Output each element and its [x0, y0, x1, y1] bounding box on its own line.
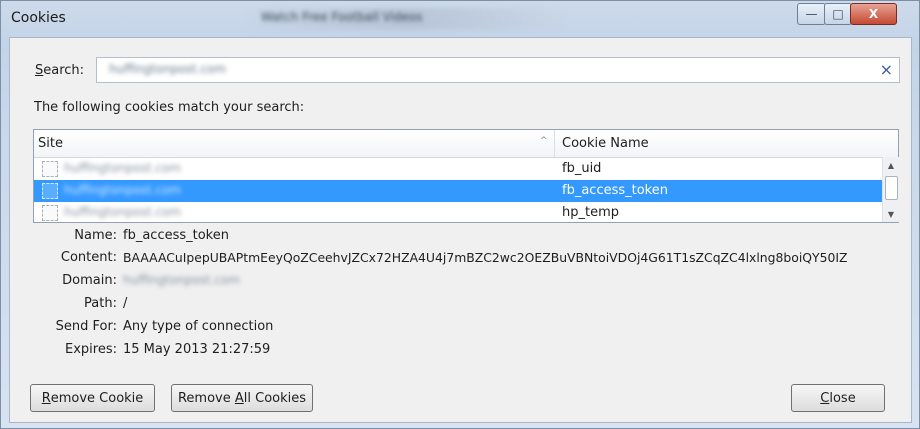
vertical-scrollbar[interactable]: ▲ ▼	[882, 157, 899, 222]
search-input[interactable]: huffingtonpost.com ×	[96, 57, 900, 83]
detail-value: Any type of connection	[123, 319, 274, 334]
cookies-panel: Search: huffingtonpost.com × The followi…	[9, 37, 912, 423]
detail-label: Name:	[74, 228, 117, 243]
column-header-cookie-name[interactable]: Cookie Name	[562, 136, 649, 151]
row-cookie-name: hp_temp	[562, 205, 620, 220]
background-window-title: Watch Free Football Videos	[261, 10, 423, 24]
detail-value: /	[123, 296, 128, 311]
cookies-table: Site ^ Cookie Name huffingtonpost.com fb…	[33, 129, 899, 223]
button-bar: Remove Cookie Remove All Cookies Close	[10, 378, 911, 418]
title-bar[interactable]: Cookies Watch Free Football Videos — □ X	[1, 1, 919, 37]
table-row-selected[interactable]: huffingtonpost.com fb_access_token	[34, 180, 882, 202]
maximize-button[interactable]: □	[824, 3, 852, 25]
detail-value: fb_access_token	[123, 228, 229, 243]
close-icon: X	[868, 7, 879, 21]
detail-label: Send For:	[55, 319, 117, 334]
detail-value: 15 May 2013 21:27:59	[123, 342, 271, 357]
cookies-window: Cookies Watch Free Football Videos — □ X…	[0, 0, 920, 429]
column-header-site[interactable]: Site	[38, 136, 63, 151]
scroll-down-icon[interactable]: ▼	[883, 206, 899, 222]
sort-ascending-icon: ^	[540, 136, 548, 146]
cookie-icon	[42, 161, 58, 177]
table-row[interactable]: huffingtonpost.com fb_uid	[34, 158, 882, 180]
detail-label: Expires:	[65, 342, 117, 357]
search-value: huffingtonpost.com	[109, 62, 227, 76]
table-row[interactable]: huffingtonpost.com hp_temp	[34, 202, 882, 222]
table-header: Site ^ Cookie Name	[34, 130, 898, 158]
close-window-button[interactable]: X	[850, 3, 897, 25]
cookie-icon	[42, 183, 58, 199]
detail-label: Path:	[84, 296, 117, 311]
minimize-button[interactable]: —	[797, 3, 826, 25]
column-divider[interactable]	[554, 130, 555, 157]
remove-all-cookies-button[interactable]: Remove All Cookies	[171, 384, 313, 412]
row-cookie-name: fb_access_token	[562, 183, 668, 198]
clear-search-icon[interactable]: ×	[880, 60, 893, 79]
window-title: Cookies	[11, 10, 66, 26]
maximize-icon: □	[832, 7, 844, 21]
close-button[interactable]: Close	[791, 384, 885, 412]
search-row: Search: huffingtonpost.com ×	[10, 38, 911, 83]
detail-label: Content:	[60, 250, 117, 265]
detail-value: huffingtonpost.com	[123, 273, 241, 287]
row-site: huffingtonpost.com	[64, 183, 182, 197]
scroll-up-icon[interactable]: ▲	[883, 157, 899, 173]
detail-value: BAAAACuIpepUBAPtmEeyQoZCeehvJZCx72HZA4U4…	[123, 250, 848, 265]
row-cookie-name: fb_uid	[562, 161, 602, 176]
match-caption: The following cookies match your search:	[34, 100, 305, 115]
minimize-icon: —	[805, 7, 818, 21]
row-site: huffingtonpost.com	[64, 205, 182, 219]
remove-cookie-button[interactable]: Remove Cookie	[30, 384, 155, 412]
cookie-icon	[42, 205, 58, 221]
row-site: huffingtonpost.com	[64, 161, 182, 175]
detail-label: Domain:	[62, 273, 117, 288]
cookie-details: Name: fb_access_token Content: BAAAACuIp…	[33, 228, 899, 368]
search-label: Search:	[35, 63, 85, 78]
scroll-thumb[interactable]	[885, 176, 898, 200]
